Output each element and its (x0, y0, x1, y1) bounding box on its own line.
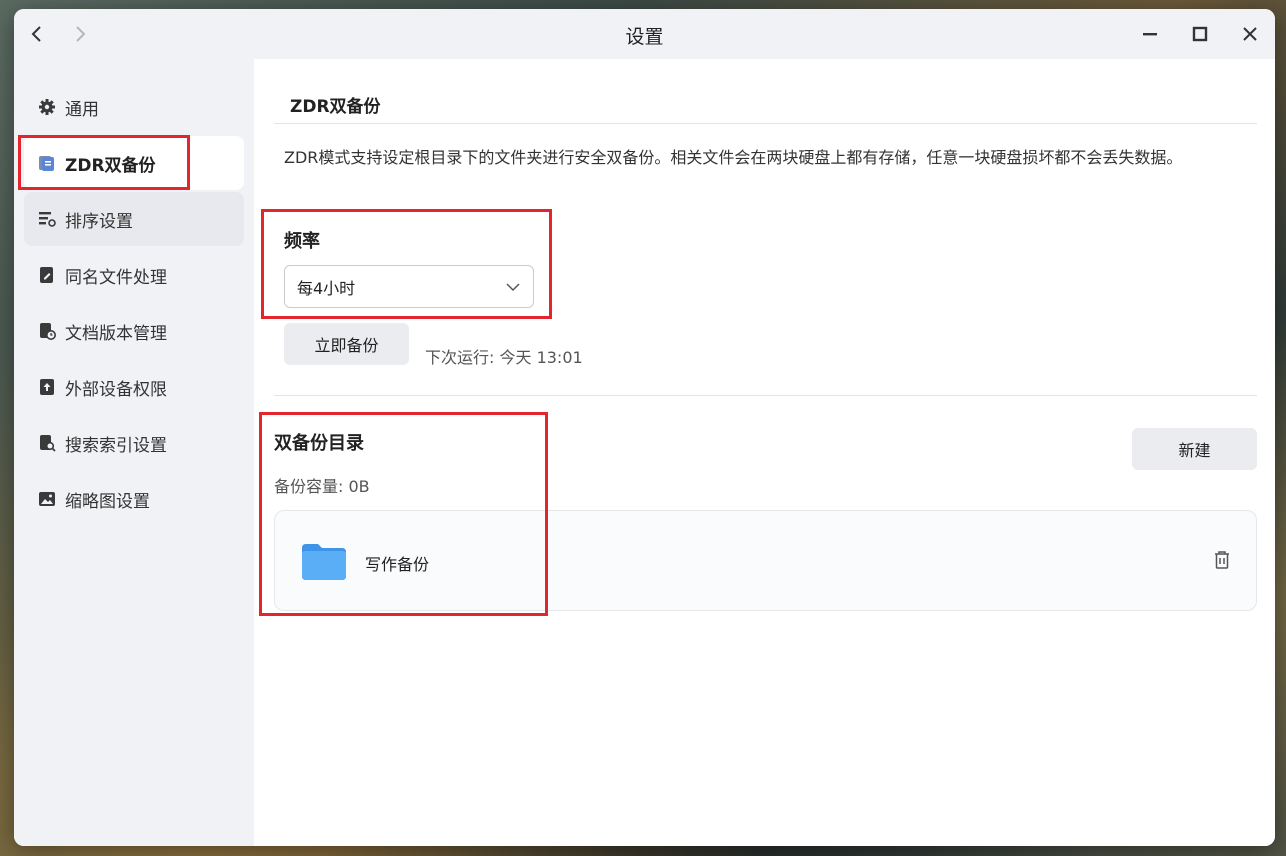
description-text: ZDR模式支持设定根目录下的文件夹进行安全双备份。相关文件会在两块硬盘上都有存储… (284, 148, 1183, 167)
sort-settings-icon (38, 210, 56, 228)
backup-now-button[interactable]: 立即备份 (284, 323, 409, 365)
sidebar-item-label: 文档版本管理 (65, 323, 167, 344)
sidebar-item-label: 同名文件处理 (65, 267, 167, 288)
file-edit-icon (38, 266, 56, 284)
sidebar-item-duplicate-files[interactable]: 同名文件处理 (24, 248, 244, 302)
sidebar-item-thumbnail[interactable]: 缩略图设置 (24, 472, 244, 526)
image-icon (38, 490, 56, 508)
sidebar-item-label: 排序设置 (65, 211, 133, 232)
search-index-icon (38, 434, 56, 452)
next-run-text: 下次运行: 今天 13:01 (425, 348, 583, 367)
sidebar-item-general[interactable]: 通用 (24, 80, 244, 134)
gear-icon (38, 98, 56, 116)
divider (274, 395, 1257, 396)
main-content: ZDR双备份 ZDR模式支持设定根目录下的文件夹进行安全双备份。相关文件会在两块… (254, 59, 1275, 846)
sidebar-item-label: 缩略图设置 (65, 491, 150, 512)
folder-name: 写作备份 (365, 555, 430, 574)
sidebar-item-search-index[interactable]: 搜索索引设置 (24, 416, 244, 470)
sidebar-item-label: 外部设备权限 (65, 379, 167, 400)
document-version-icon (38, 322, 56, 340)
external-device-icon (38, 378, 56, 396)
minimize-button[interactable] (1137, 21, 1163, 47)
frequency-label: 频率 (284, 231, 320, 252)
sidebar-item-doc-version[interactable]: 文档版本管理 (24, 304, 244, 358)
settings-window: 设置 通用 ZDR双备份 排序设置 同名文件处理 文档版本管理 外部设备权限 搜… (14, 9, 1275, 846)
sidebar-item-zdr-backup[interactable]: ZDR双备份 (24, 136, 244, 190)
section-title: ZDR双备份 (290, 97, 381, 117)
chevron-down-icon (506, 283, 520, 292)
sidebar-item-label: 搜索索引设置 (65, 435, 167, 456)
close-button[interactable] (1237, 21, 1263, 47)
directory-title: 双备份目录 (274, 433, 364, 454)
folder-icon (302, 544, 346, 580)
sidebar-item-external-device[interactable]: 外部设备权限 (24, 360, 244, 414)
frequency-select-value: 每4小时 (297, 278, 356, 298)
minimize-icon (1143, 33, 1157, 36)
window-title: 设置 (625, 26, 664, 48)
trash-icon[interactable] (1213, 550, 1231, 570)
maximize-button[interactable] (1187, 21, 1213, 47)
sidebar: 通用 ZDR双备份 排序设置 同名文件处理 文档版本管理 外部设备权限 搜索索引… (14, 59, 254, 846)
backup-icon (38, 154, 56, 172)
sidebar-item-sort-settings[interactable]: 排序设置 (24, 192, 244, 246)
sidebar-item-label: ZDR双备份 (65, 155, 156, 176)
divider (274, 123, 1257, 124)
frequency-select[interactable]: 每4小时 (284, 265, 534, 308)
new-directory-button[interactable]: 新建 (1132, 428, 1257, 470)
list-item[interactable]: 写作备份 (274, 510, 1257, 611)
close-icon (1243, 27, 1257, 41)
sidebar-item-label: 通用 (65, 99, 99, 120)
title-bar: 设置 (14, 9, 1275, 59)
maximize-icon (1192, 26, 1208, 42)
backup-capacity: 备份容量: 0B (274, 477, 370, 496)
